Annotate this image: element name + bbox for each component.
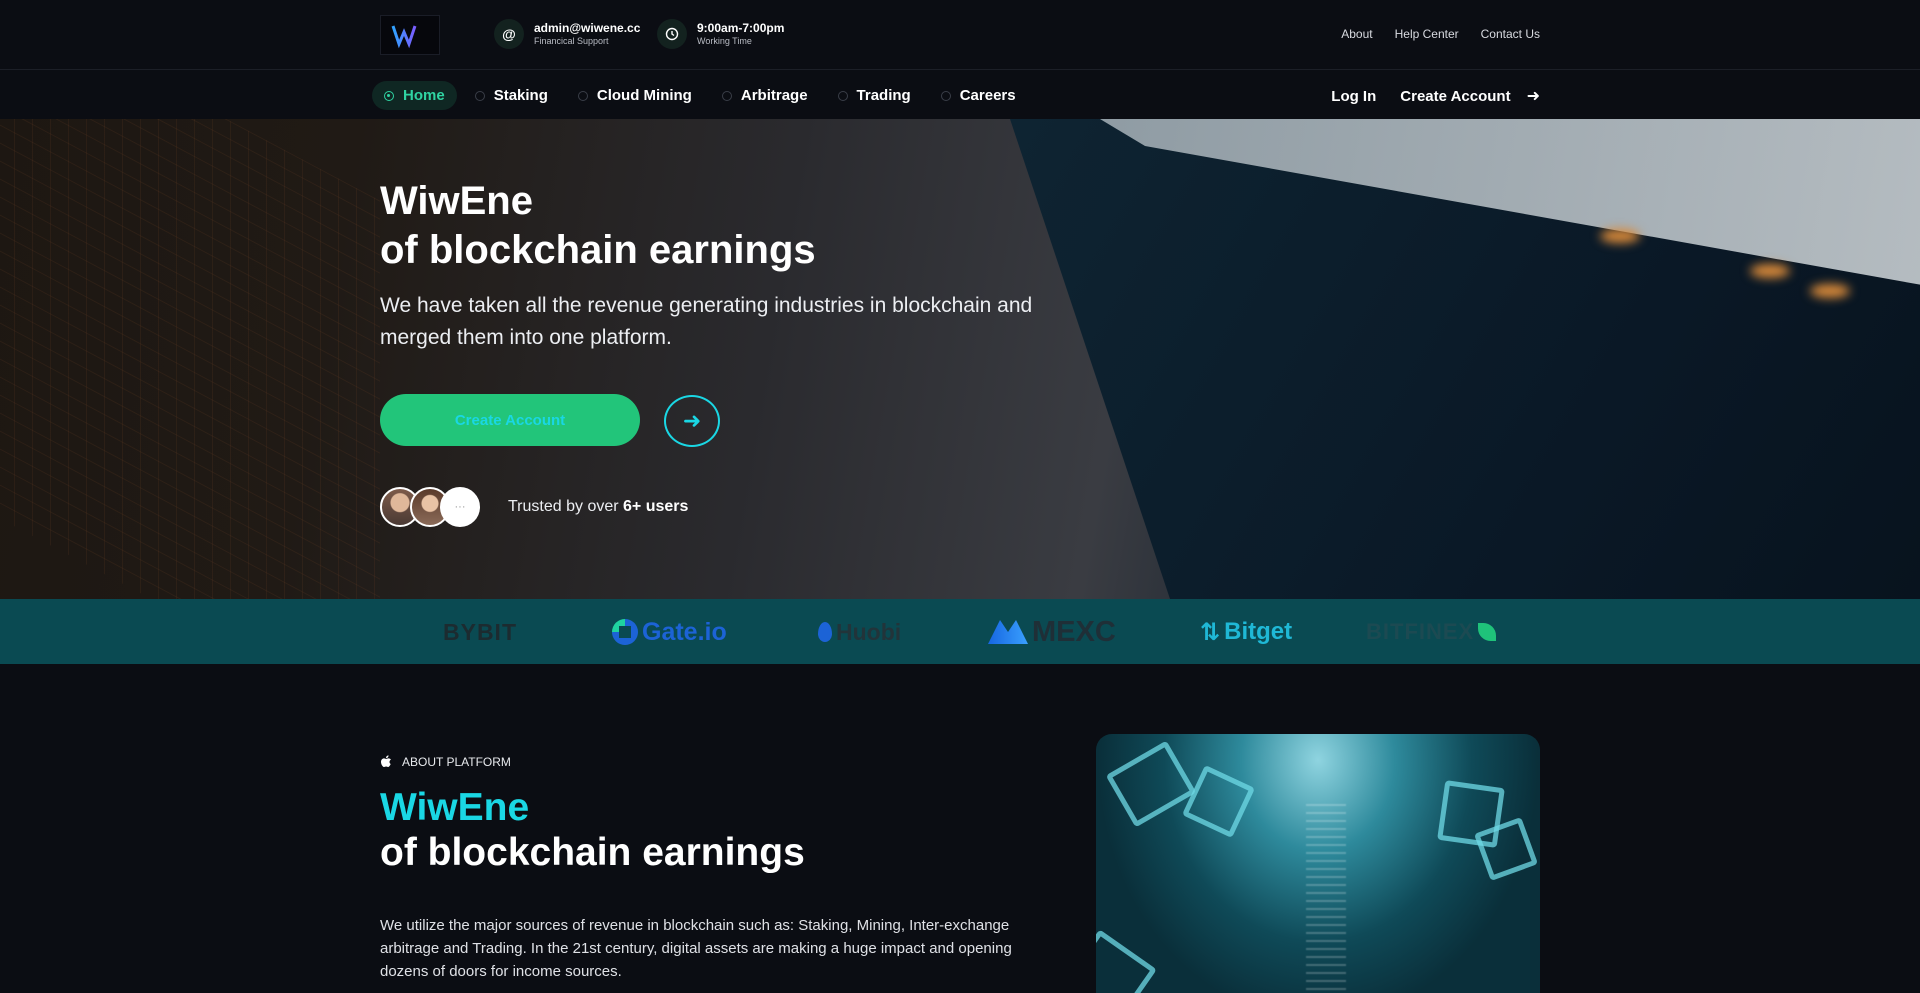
radio-dot-icon [384,90,394,101]
partner-logo-bitfinex: BITFINEX [1366,617,1497,647]
nav-item-careers[interactable]: Careers [929,81,1028,110]
arrow-right-icon: ➜ [682,408,702,433]
trusted-prefix: Trusted by over [508,498,624,515]
radio-dot-icon [577,90,588,101]
top-link-about[interactable]: About [1341,27,1372,41]
partner-name: BITFINEX [1366,619,1475,644]
partner-logo-bitget: ⇅ Bitget [1200,617,1292,647]
clock-icon [657,19,687,49]
hero-background-building [0,119,380,599]
hero-arrow-button[interactable]: ➜ [664,395,720,447]
nav-item-trading[interactable]: Trading [826,81,923,110]
nav-item-cloud-mining[interactable]: Cloud Mining [566,81,704,110]
working-hours-caption: Working Time [697,36,752,46]
main-nav: Home Staking Cloud Mining Arbitrage Trad… [0,71,1920,119]
wiwene-logo-icon [391,25,426,49]
about-description: We utilize the major sources of revenue … [380,917,1012,980]
login-link[interactable]: Log In [1331,88,1376,105]
nav-item-label: Trading [856,87,911,104]
cube-shape [1181,764,1256,839]
nav-item-label: Home [403,87,445,104]
partner-name: Gate.io [642,617,727,646]
working-hours: 9:00am-7:00pm Working Time [657,19,784,49]
support-email[interactable]: @ admin@wiwene.cc Financical Support [494,19,640,49]
nav-item-arbitrage[interactable]: Arbitrage [710,81,820,110]
more-avatars-icon: ··· [440,487,480,527]
hero-title: WiwEne of blockchain earnings [380,177,816,275]
hero-title-line2: of blockchain earnings [380,228,816,272]
nav-item-label: Staking [493,87,548,104]
apple-icon [381,755,391,768]
about-title: WiwEne of blockchain earnings [380,785,805,875]
nav-item-staking[interactable]: Staking [463,81,560,110]
leaf-icon [1478,623,1497,641]
working-hours-value: 9:00am-7:00pm [697,21,785,35]
radio-dot-icon [940,90,951,101]
nav-items: Home Staking Cloud Mining Arbitrage Trad… [372,81,1028,110]
particle-stream [1306,804,1346,993]
about-title-line2: of blockchain earnings [380,831,805,874]
hero-light [1750,264,1790,278]
gate-icon [612,619,638,645]
nav-item-label: Careers [959,87,1016,104]
partner-logo-bybit: BYBIT [443,617,517,647]
radio-dot-icon [837,90,848,101]
partner-name: Huobi [836,618,902,645]
nav-account-links: Log In Create Account ➜ [1331,86,1540,106]
create-account-link[interactable]: Create Account [1400,88,1510,105]
partner-name: Bitget [1224,618,1293,645]
about-tag: ABOUT PLATFORM [380,754,511,769]
cube-shape [1096,929,1157,993]
partner-name: BYBIT [443,618,517,645]
arrow-right-icon[interactable]: ➜ [1527,86,1540,106]
huobi-flame-icon [818,622,832,642]
support-email-value: admin@wiwene.cc [534,21,641,35]
user-avatars: ··· [380,487,480,527]
at-icon: @ [494,19,524,49]
trusted-count: 6+ users [623,498,689,515]
top-bar: @ admin@wiwene.cc Financical Support 9:0… [0,0,1920,70]
partner-logo-mexc: MEXC [988,615,1116,648]
hero-light [1600,229,1640,243]
trusted-by-text: Trusted by over 6+ users [508,498,688,516]
hero-create-account-button[interactable]: Create Account [380,394,640,446]
nav-item-home[interactable]: Home [372,81,457,110]
hero-subtitle: We have taken all the revenue generating… [380,294,1033,349]
mexc-icon [988,620,1028,644]
site-logo[interactable] [380,15,440,55]
top-links: About Help Center Contact Us [1341,27,1540,41]
nav-item-label: Cloud Mining [596,87,692,104]
radio-dot-icon [474,90,485,101]
nav-item-label: Arbitrage [740,87,808,104]
partner-logos-strip: BYBIT Gate.io Huobi MEXC ⇅ Bitget BITFINE… [0,599,1920,664]
hero-section: WiwEne of blockchain earnings We have ta… [0,119,1920,599]
hero-title-line1: WiwEne [380,179,533,223]
top-link-help-center[interactable]: Help Center [1395,27,1459,41]
partner-name: MEXC [1032,615,1116,648]
support-email-caption: Financical Support [534,36,609,46]
hero-light [1810,284,1850,298]
partner-logo-huobi: Huobi [818,617,901,647]
top-link-contact-us[interactable]: Contact Us [1481,27,1540,41]
radio-dot-icon [721,90,732,101]
about-tag-label: ABOUT PLATFORM [402,754,511,769]
partner-logo-gate: Gate.io [612,617,727,647]
about-title-accent: WiwEne [380,786,530,829]
bitget-icon: ⇅ [1200,618,1221,646]
about-blockchain-image [1096,734,1540,993]
